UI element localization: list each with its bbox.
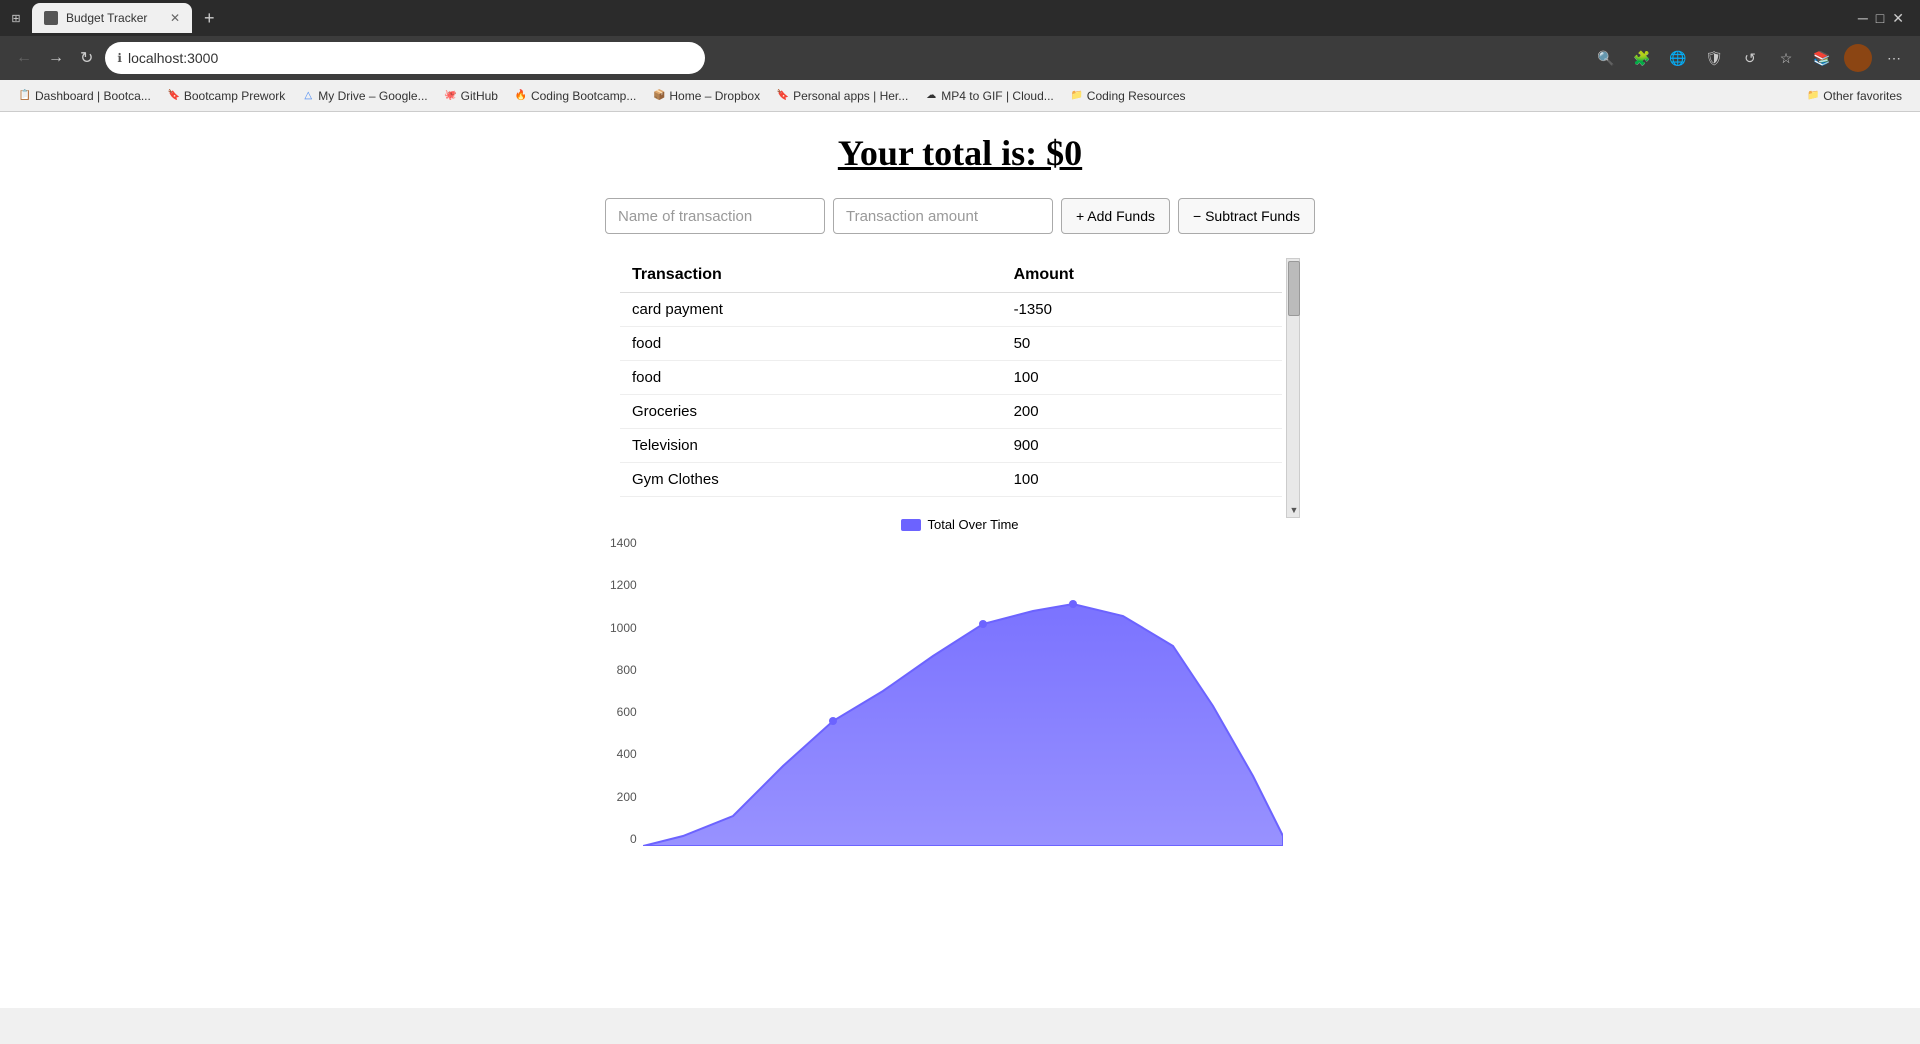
chart-legend: Total Over Time bbox=[610, 517, 1310, 532]
bookmark-coding-resources[interactable]: 📁 Coding Resources bbox=[1064, 87, 1192, 105]
minimize-button[interactable]: ─ bbox=[1858, 10, 1868, 27]
browser-icon[interactable]: 🌐 bbox=[1664, 44, 1692, 72]
address-lock-icon: ℹ bbox=[117, 51, 122, 65]
y-axis: 1400 1200 1000 800 600 400 200 0 bbox=[610, 536, 643, 846]
bookmarks-bar: 📋 Dashboard | Bootca... 🔖 Bootcamp Prewo… bbox=[0, 80, 1920, 112]
row-name: card payment bbox=[620, 293, 1002, 327]
table-scroll[interactable]: Transaction Amount card payment-1350food… bbox=[620, 258, 1300, 497]
forward-button[interactable]: → bbox=[44, 45, 68, 71]
bookmark-coding-bootcamp[interactable]: 🔥 Coding Bootcamp... bbox=[508, 87, 642, 105]
bookmark-dashboard[interactable]: 📋 Dashboard | Bootca... bbox=[12, 87, 157, 105]
row-name: Television bbox=[620, 429, 1002, 463]
extensions-icon[interactable]: 🧩 bbox=[1628, 44, 1656, 72]
table-wrapper: Transaction Amount card payment-1350food… bbox=[620, 258, 1300, 497]
table-row: Groceries200 bbox=[620, 395, 1282, 429]
scrollbar-thumb[interactable] bbox=[1288, 261, 1300, 316]
bookmark-gdrive-icon: △ bbox=[301, 89, 315, 103]
table-row: Gym Clothes100 bbox=[620, 463, 1282, 497]
chart-svg-container bbox=[643, 536, 1310, 851]
table-row: food100 bbox=[620, 361, 1282, 395]
amount-input[interactable] bbox=[833, 198, 1053, 234]
bookmark-github[interactable]: 🐙 GitHub bbox=[438, 87, 504, 105]
add-funds-button[interactable]: + Add Funds bbox=[1061, 198, 1170, 234]
row-amount: -1350 bbox=[1002, 293, 1282, 327]
table-row: food50 bbox=[620, 327, 1282, 361]
window-controls: ⊞ bbox=[8, 10, 24, 26]
tab-close-icon[interactable]: ✕ bbox=[170, 11, 180, 25]
table-row: card payment-1350 bbox=[620, 293, 1282, 327]
chart-area-path bbox=[643, 604, 1283, 846]
row-amount: 900 bbox=[1002, 429, 1282, 463]
bookmark-prework-icon: 🔖 bbox=[167, 89, 181, 103]
profile-icon[interactable] bbox=[1844, 44, 1872, 72]
bookmark-personal[interactable]: 🔖 Personal apps | Her... bbox=[770, 87, 914, 105]
row-name: food bbox=[620, 361, 1002, 395]
maximize-button[interactable]: □ bbox=[1876, 10, 1884, 27]
row-name: Groceries bbox=[620, 395, 1002, 429]
back-button[interactable]: ← bbox=[12, 45, 36, 71]
reload-button[interactable]: ↻ bbox=[76, 44, 97, 72]
address-bar[interactable]: ℹ localhost:3000 bbox=[105, 42, 705, 74]
table-row: Television900 bbox=[620, 429, 1282, 463]
shield-icon[interactable]: 🛡 bbox=[1700, 44, 1728, 72]
legend-label: Total Over Time bbox=[927, 517, 1018, 532]
row-name: Gym Clothes bbox=[620, 463, 1002, 497]
total-heading: Your total is: $0 bbox=[838, 132, 1082, 174]
row-amount: 100 bbox=[1002, 463, 1282, 497]
bookmark-github-icon: 🐙 bbox=[444, 89, 458, 103]
col-amount: Amount bbox=[1002, 258, 1282, 293]
row-amount: 200 bbox=[1002, 395, 1282, 429]
new-tab-button[interactable]: + bbox=[196, 8, 223, 29]
browser-chrome: ⊞ Budget Tracker ✕ + ─ □ ✕ ← → ↻ ℹ local… bbox=[0, 0, 1920, 112]
bookmark-resources-icon: 📁 bbox=[1070, 89, 1084, 103]
scrollbar-down-arrow[interactable]: ▼ bbox=[1287, 503, 1301, 517]
tab-switcher-icon[interactable]: ⊞ bbox=[8, 10, 24, 26]
bookmark-prework[interactable]: 🔖 Bootcamp Prework bbox=[161, 87, 291, 105]
bookmark-gdrive[interactable]: △ My Drive – Google... bbox=[295, 87, 433, 105]
tab-favicon bbox=[44, 11, 58, 25]
col-transaction: Transaction bbox=[620, 258, 1002, 293]
bookmark-dashboard-icon: 📋 bbox=[18, 89, 32, 103]
input-row: + Add Funds − Subtract Funds bbox=[605, 198, 1315, 234]
address-text: localhost:3000 bbox=[128, 50, 218, 66]
subtract-funds-button[interactable]: − Subtract Funds bbox=[1178, 198, 1315, 234]
chart-section: Total Over Time 1400 1200 1000 800 600 4… bbox=[610, 517, 1310, 851]
row-name: food bbox=[620, 327, 1002, 361]
bookmark-other-favorites[interactable]: 📁 Other favorites bbox=[1800, 87, 1908, 105]
menu-icon[interactable]: ⋯ bbox=[1880, 44, 1908, 72]
row-amount: 100 bbox=[1002, 361, 1282, 395]
close-button[interactable]: ✕ bbox=[1892, 10, 1904, 27]
name-input[interactable] bbox=[605, 198, 825, 234]
bookmark-other-icon: 📁 bbox=[1806, 89, 1820, 103]
active-tab[interactable]: Budget Tracker ✕ bbox=[32, 3, 192, 33]
page-content: Your total is: $0 + Add Funds − Subtract… bbox=[0, 112, 1920, 1008]
row-amount: 50 bbox=[1002, 327, 1282, 361]
bookmark-mp4gif[interactable]: ☁ MP4 to GIF | Cloud... bbox=[918, 87, 1060, 105]
data-point-1 bbox=[829, 717, 837, 725]
chart-area: 1400 1200 1000 800 600 400 200 0 bbox=[610, 536, 1310, 851]
bookmark-personal-icon: 🔖 bbox=[776, 89, 790, 103]
transactions-table: Transaction Amount card payment-1350food… bbox=[620, 258, 1282, 497]
bookmark-mp4gif-icon: ☁ bbox=[924, 89, 938, 103]
data-point-2 bbox=[979, 620, 987, 628]
scrollbar-track[interactable]: ▼ bbox=[1286, 258, 1300, 518]
collections-icon[interactable]: 📚 bbox=[1808, 44, 1836, 72]
sync-icon[interactable]: ↺ bbox=[1736, 44, 1764, 72]
data-point-peak bbox=[1069, 600, 1077, 608]
tab-title: Budget Tracker bbox=[66, 11, 162, 25]
chart-svg bbox=[643, 536, 1283, 846]
toolbar-icons: 🔍 🧩 🌐 🛡 ↺ ☆ 📚 ⋯ bbox=[1592, 44, 1908, 72]
title-bar: ⊞ Budget Tracker ✕ + ─ □ ✕ bbox=[0, 0, 1920, 36]
bookmark-bootcamp-icon: 🔥 bbox=[514, 89, 528, 103]
star-icon[interactable]: ☆ bbox=[1772, 44, 1800, 72]
legend-color-swatch bbox=[901, 519, 921, 531]
bookmark-dropbox[interactable]: 📦 Home – Dropbox bbox=[646, 87, 766, 105]
address-bar-row: ← → ↻ ℹ localhost:3000 🔍 🧩 🌐 🛡 ↺ ☆ 📚 ⋯ bbox=[0, 36, 1920, 80]
bookmark-dropbox-icon: 📦 bbox=[652, 89, 666, 103]
search-icon[interactable]: 🔍 bbox=[1592, 44, 1620, 72]
